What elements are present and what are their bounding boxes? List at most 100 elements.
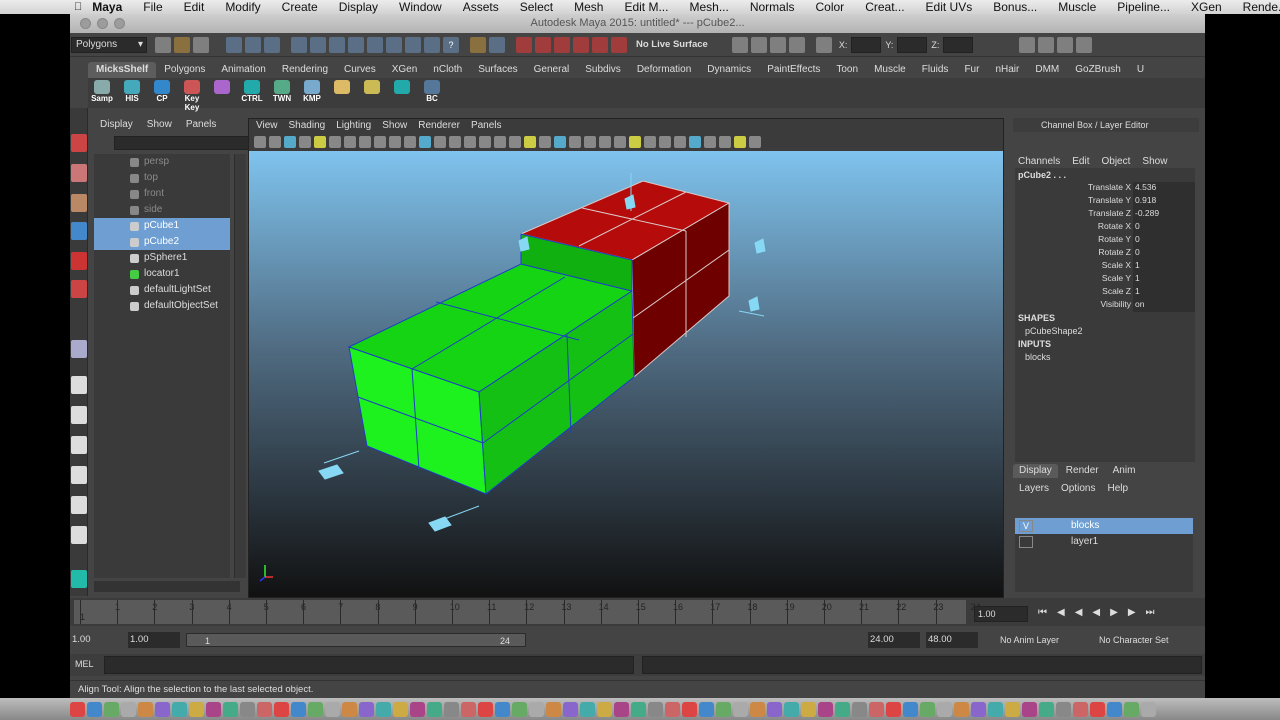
lock-icon[interactable] — [470, 36, 486, 53]
viewport-tool-icon[interactable] — [269, 136, 281, 148]
y-field[interactable] — [897, 36, 928, 53]
dock-app-icon[interactable] — [750, 701, 765, 717]
dock-app-icon[interactable] — [563, 701, 578, 717]
layer-menu-help[interactable]: Help — [1107, 483, 1128, 497]
viewport-tool-icon[interactable] — [734, 136, 746, 148]
outliner-menu-panels[interactable]: Panels — [186, 118, 217, 132]
viewport-tool-icon[interactable] — [314, 136, 326, 148]
zoom-icon[interactable] — [114, 18, 125, 29]
dock-app-icon[interactable] — [631, 701, 646, 717]
mac-menu-item[interactable]: Window — [399, 0, 442, 14]
render-frame-icon[interactable] — [750, 36, 767, 53]
channel-attribute[interactable]: Scale Z1 — [1015, 286, 1195, 299]
dock-app-icon[interactable] — [597, 701, 612, 717]
dock-app-icon[interactable] — [104, 701, 119, 717]
step-forward-frame-icon[interactable]: ▶ — [1128, 607, 1136, 618]
shape-node[interactable]: pCubeShape2 — [1015, 325, 1195, 338]
channel-object-name[interactable]: pCube2 . . . — [1015, 168, 1195, 182]
dock-app-icon[interactable] — [937, 701, 952, 717]
dock-app-icon[interactable] — [733, 701, 748, 717]
dock-app-icon[interactable] — [682, 701, 697, 717]
rotate-tool-icon[interactable] — [71, 252, 87, 270]
render-settings-icon[interactable] — [788, 36, 805, 53]
mask-icon-4[interactable] — [348, 36, 364, 53]
mask-icon-7[interactable] — [405, 36, 421, 53]
mac-menu-item[interactable]: Edit M... — [624, 0, 668, 14]
viewport-tool-icon[interactable] — [659, 136, 671, 148]
channel-attribute[interactable]: Visibility on — [1015, 299, 1195, 312]
shelf-button[interactable] — [328, 79, 356, 107]
shelf-tab[interactable]: nHair — [987, 62, 1027, 78]
dock-app-icon[interactable] — [138, 701, 153, 717]
channel-attribute[interactable]: Rotate X0 — [1015, 221, 1195, 234]
mac-menu-item[interactable]: Mesh — [574, 0, 603, 14]
move-tool-icon[interactable] — [71, 222, 87, 240]
viewport-tool-icon[interactable] — [554, 136, 566, 148]
viewport-tool-icon[interactable] — [479, 136, 491, 148]
outliner-item[interactable]: defaultLightSet — [94, 282, 230, 298]
channel-attribute-value[interactable]: 0 — [1133, 234, 1195, 247]
viewport-tool-icon[interactable] — [254, 136, 266, 148]
select-tool-icon[interactable] — [71, 134, 87, 152]
outliner-menu-display[interactable]: Display — [100, 118, 133, 132]
dock-app-icon[interactable] — [512, 701, 527, 717]
viewport-tool-icon[interactable] — [419, 136, 431, 148]
dock-app-icon[interactable] — [988, 701, 1003, 717]
layout-four-icon[interactable] — [71, 406, 87, 424]
mac-menu-item[interactable]: Maya — [92, 0, 122, 14]
shelf-tab[interactable]: Rendering — [274, 62, 336, 78]
input-node[interactable]: blocks — [1015, 351, 1195, 364]
outliner-item[interactable]: locator1 — [94, 266, 230, 282]
channel-attribute-value[interactable]: 4.536 — [1133, 182, 1195, 195]
dock-app-icon[interactable] — [1005, 701, 1020, 717]
viewport-canvas[interactable] — [249, 151, 1003, 597]
snap-icon[interactable] — [489, 36, 505, 53]
channel-attribute-value[interactable]: on — [1133, 299, 1195, 312]
dock-app-icon[interactable] — [1039, 701, 1054, 717]
dock-app-icon[interactable] — [852, 701, 867, 717]
window-controls[interactable] — [80, 18, 125, 29]
viewport-tool-icon[interactable] — [644, 136, 656, 148]
shelf-tab[interactable]: Fluids — [914, 62, 957, 78]
select-hierarchy-icon[interactable] — [226, 36, 242, 53]
channel-attribute-value[interactable]: 0 — [1133, 247, 1195, 260]
shelf-tab[interactable]: GoZBrush — [1067, 62, 1129, 78]
viewport-tool-icon[interactable] — [539, 136, 551, 148]
snap-curve-icon[interactable] — [535, 36, 551, 53]
x-field[interactable] — [851, 36, 882, 53]
mac-menu-item[interactable]: Edit — [184, 0, 205, 14]
viewport-menu-panels[interactable]: Panels — [471, 119, 502, 133]
toggle-panel-icon[interactable] — [1019, 36, 1036, 53]
shelf-tab[interactable]: Fur — [956, 62, 987, 78]
mac-menu-item[interactable]: Edit UVs — [926, 0, 973, 14]
open-scene-icon[interactable] — [174, 36, 190, 53]
dock-app-icon[interactable] — [274, 701, 289, 717]
viewport-tool-icon[interactable] — [569, 136, 581, 148]
new-scene-icon[interactable] — [155, 36, 171, 53]
command-input[interactable] — [104, 656, 634, 674]
viewport-menu-show[interactable]: Show — [382, 119, 407, 133]
dock-app-icon[interactable] — [784, 701, 799, 717]
viewport-tool-icon[interactable] — [719, 136, 731, 148]
shelf-tab[interactable]: PaintEffects — [759, 62, 828, 78]
layout-outliner-icon[interactable] — [71, 466, 87, 484]
mask-icon[interactable] — [291, 36, 307, 53]
viewport-tool-icon[interactable] — [359, 136, 371, 148]
dock-app-icon[interactable] — [1073, 701, 1088, 717]
dock-app-icon[interactable] — [206, 701, 221, 717]
mac-menu-item[interactable]: File — [143, 0, 162, 14]
dock-app-icon[interactable] — [1141, 701, 1156, 717]
shelf-button[interactable] — [208, 79, 236, 107]
shelf-button[interactable] — [388, 79, 416, 107]
ipr-render-icon[interactable] — [769, 36, 786, 53]
help-icon[interactable]: ? — [443, 36, 459, 53]
dock-app-icon[interactable] — [70, 701, 85, 717]
tab-anim[interactable]: Anim — [1107, 464, 1142, 478]
viewport-tool-icon[interactable] — [509, 136, 521, 148]
tab-display[interactable]: Display — [1013, 464, 1058, 478]
shelf-tab[interactable]: DMM — [1027, 62, 1067, 78]
dock-app-icon[interactable] — [495, 701, 510, 717]
dock-app-icon[interactable] — [87, 701, 102, 717]
shelf-tab[interactable]: Subdivs — [577, 62, 629, 78]
viewport-tool-icon[interactable] — [374, 136, 386, 148]
